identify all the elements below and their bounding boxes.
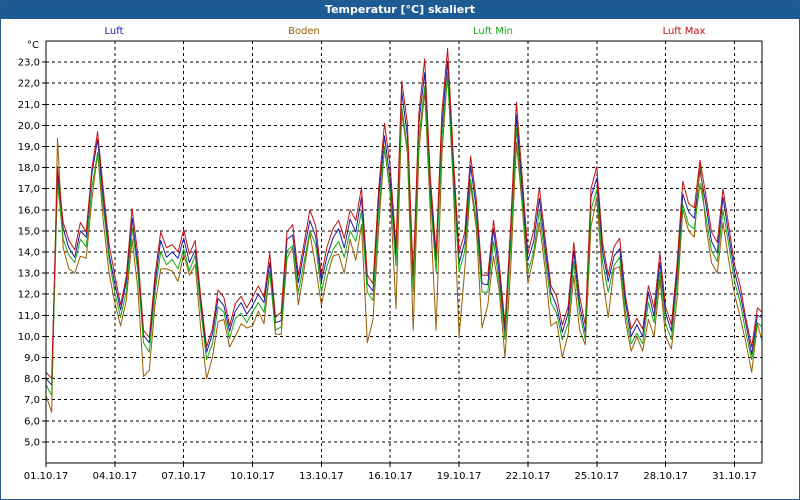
x-tick-label: 19.10.17 (437, 471, 482, 482)
x-tick-label: 16.10.17 (368, 471, 413, 482)
y-tick-label: 20,0 (18, 121, 40, 132)
legend-entry-luft-min: Luft Min (473, 26, 513, 37)
x-tick-label: 04.10.17 (93, 471, 138, 482)
y-tick-label: 17,0 (18, 184, 40, 195)
legend-entry-boden: Boden (288, 26, 320, 37)
y-tick-label: 23,0 (18, 58, 40, 69)
y-tick-label: 21,0 (18, 100, 40, 111)
x-tick-label: 28.10.17 (643, 471, 688, 482)
y-tick-label: 6,0 (24, 416, 40, 427)
y-tick-label: 9,0 (24, 353, 40, 364)
y-tick-label: 7,0 (24, 395, 40, 406)
x-tick-label: 22.10.17 (506, 471, 551, 482)
x-tick-label: 25.10.17 (575, 471, 620, 482)
x-axis-ticks: 01.10.17 04.10.17 07.10.17 10.10.17 13.10.17… (24, 463, 757, 482)
y-tick-label: 15,0 (18, 226, 40, 237)
y-tick-label: 13,0 (18, 269, 40, 280)
y-tick-label: 11,0 (18, 311, 40, 322)
y-tick-label: 5,0 (24, 437, 40, 448)
y-tick-label: 14,0 (18, 248, 40, 259)
legend-entry-luft-max: Luft Max (663, 26, 706, 37)
x-tick-label: 01.10.17 (24, 471, 69, 482)
x-tick-label: 31.10.17 (712, 471, 757, 482)
chart-window: Temperatur [°C] skaliert 5,0 6,0 7,0 8,0 9,0… (0, 0, 800, 500)
legend: Luft Boden Luft Min Luft Max (105, 26, 706, 37)
y-tick-label: 12,0 (18, 290, 40, 301)
legend-entry-luft: Luft (105, 26, 124, 37)
x-tick-label: 13.10.17 (299, 471, 344, 482)
y-tick-label: 19,0 (18, 142, 40, 153)
y-axis-unit-label: °C (27, 40, 39, 51)
x-tick-label: 07.10.17 (161, 471, 206, 482)
y-axis-ticks: 5,0 6,0 7,0 8,0 9,0 10,0 11,0 12,0 13,0 14,0 15,0 1… (18, 58, 46, 448)
y-tick-label: 22,0 (18, 79, 40, 90)
y-tick-label: 16,0 (18, 205, 40, 216)
x-tick-label: 10.10.17 (230, 471, 275, 482)
y-tick-label: 10,0 (18, 332, 40, 343)
y-tick-label: 8,0 (24, 374, 40, 385)
temperature-chart: 5,0 6,0 7,0 8,0 9,0 10,0 11,0 12,0 13,0 14,0 15,0 1… (18, 26, 763, 482)
y-tick-label: 18,0 (18, 163, 40, 174)
